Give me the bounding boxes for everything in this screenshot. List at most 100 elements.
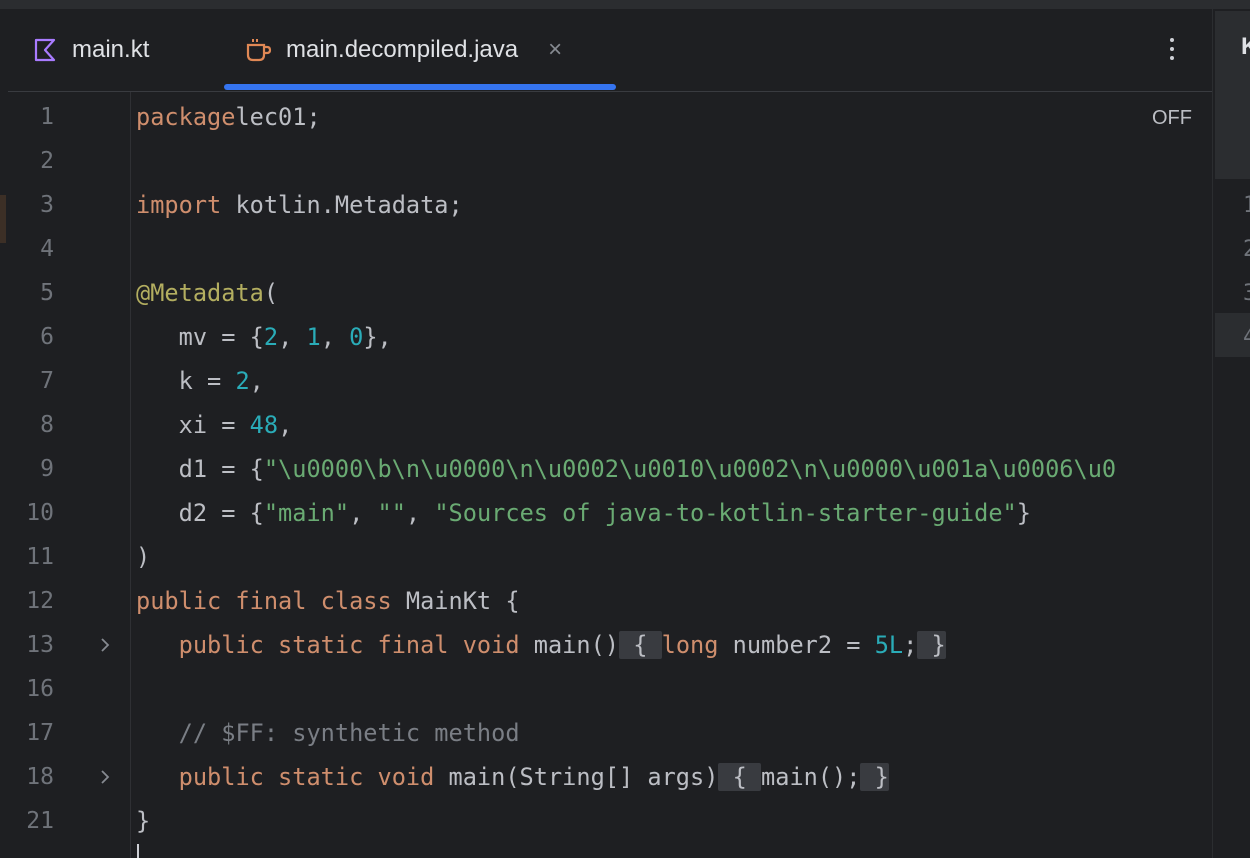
code-token: , — [278, 411, 293, 439]
code-line[interactable]: 17 // $FF: synthetic method — [8, 711, 1212, 755]
line-number: 1 — [40, 104, 54, 130]
code-token: "Sources of java-to-kotlin-starter-guide… — [434, 499, 1017, 527]
code-token: d1 = { — [136, 455, 264, 483]
code-token: , — [249, 367, 264, 395]
right-line-number: 1 — [1243, 193, 1250, 218]
code-line[interactable]: 10 d2 = {"main", "", "Sources of java-to… — [8, 491, 1212, 535]
code-text[interactable]: ) — [136, 535, 150, 579]
code-token: kotlin.Metadata; — [221, 191, 463, 219]
code-line[interactable]: 6 mv = {2, 1, 0}, — [8, 315, 1212, 359]
line-number: 3 — [40, 192, 54, 218]
code-text[interactable]: mv = {2, 1, 0}, — [136, 315, 392, 359]
tab-label: main.kt — [72, 36, 150, 63]
code-token: "main" — [263, 499, 350, 527]
line-number: 13 — [26, 632, 54, 658]
code-line[interactable]: 13 public static final void main() { lon… — [8, 623, 1212, 667]
code-line[interactable]: 11) — [8, 535, 1212, 579]
code-text[interactable]: import kotlin.Metadata; — [136, 183, 463, 227]
code-text[interactable]: // $FF: synthetic method — [136, 711, 520, 755]
code-token: long — [661, 631, 719, 659]
code-text[interactable]: public final class MainKt { — [136, 579, 520, 623]
right-line-number: 4 — [1243, 325, 1250, 350]
line-number: 8 — [40, 412, 54, 438]
code-token: "" — [377, 499, 406, 527]
editor-pane: main.kt main.decompiled.java × OFF 1 pack… — [8, 9, 1212, 858]
code-text[interactable]: xi = 48, — [136, 403, 293, 447]
code-token: main(String[] args) — [434, 763, 719, 791]
code-token: main(); — [761, 763, 861, 791]
tab-main-decompiled-java[interactable]: main.decompiled.java × — [244, 9, 562, 91]
chevron-right-icon[interactable] — [98, 635, 112, 655]
line-number: 22 — [8, 847, 54, 858]
line-number: 18 — [26, 764, 54, 790]
code-text[interactable]: public static final void main() { long n… — [136, 623, 946, 667]
code-token: k = — [136, 367, 236, 395]
code-text[interactable]: @Metadata( — [136, 271, 278, 315]
code-line[interactable]: 3 import kotlin.Metadata; — [8, 183, 1212, 227]
tab-bar: main.kt main.decompiled.java × — [8, 9, 1212, 92]
code-token: }, — [363, 323, 392, 351]
code-token: d2 = { — [136, 499, 264, 527]
folded-region[interactable]: { — [718, 763, 762, 791]
code-token: lec01; — [235, 103, 321, 131]
code-line[interactable]: 7 k = 2, — [8, 359, 1212, 403]
right-panel-tab-letter: K — [1241, 33, 1250, 61]
line-number: 16 — [26, 676, 54, 702]
text-cursor — [137, 844, 139, 858]
folded-region[interactable]: { — [618, 631, 662, 659]
code-line[interactable]: 21} — [8, 799, 1212, 843]
code-token: public static void — [178, 763, 435, 791]
code-line[interactable]: 12 public final class MainKt { — [8, 579, 1212, 623]
code-text[interactable]: packagelec01; — [136, 95, 321, 139]
folded-region[interactable]: } — [917, 631, 946, 659]
code-text[interactable]: d1 = {"\u0000\b\n\u0000\n\u0002\u0010\u0… — [136, 447, 1117, 491]
code-token: // $FF: synthetic method — [178, 719, 520, 747]
code-token: number2 = — [718, 631, 875, 659]
code-token: public final class — [136, 587, 392, 615]
right-split-panel: K 1 2 3 4 — [1212, 9, 1250, 858]
code-token: , — [278, 323, 307, 351]
close-icon[interactable]: × — [548, 36, 562, 64]
line-number: 6 — [40, 324, 54, 350]
more-options-icon[interactable] — [1160, 35, 1184, 65]
code-token: 5L — [874, 631, 904, 659]
line-number: 17 — [26, 720, 54, 746]
code-line[interactable]: 18 public static void main(String[] args… — [8, 755, 1212, 799]
java-cup-icon — [244, 35, 274, 65]
folded-region[interactable]: } — [860, 763, 889, 791]
code-token: ; — [903, 631, 918, 659]
code-token: 48 — [249, 411, 279, 439]
line-number: 7 — [40, 368, 54, 394]
code-token: } — [1016, 499, 1031, 527]
line-number: 4 — [40, 236, 54, 262]
chevron-right-icon[interactable] — [98, 767, 112, 787]
code-token: 2 — [235, 367, 250, 395]
code-line[interactable]: 5 @Metadata( — [8, 271, 1212, 315]
code-text[interactable]: d2 = {"main", "", "Sources of java-to-ko… — [136, 491, 1031, 535]
code-token: 1 — [306, 323, 321, 351]
code-token: @Metadata — [136, 279, 264, 307]
code-line[interactable]: 1 packagelec01; — [8, 95, 1212, 139]
code-token: xi = — [136, 411, 250, 439]
code-token: package — [136, 103, 236, 131]
code-line[interactable]: 16 — [8, 667, 1212, 711]
tab-main-kt[interactable]: main.kt — [30, 9, 149, 91]
right-line-number: 3 — [1243, 281, 1250, 306]
code-line[interactable]: 4 — [8, 227, 1212, 271]
code-token: public static final void — [178, 631, 520, 659]
line-number: 10 — [26, 500, 54, 526]
code-text[interactable]: public static void main(String[] args) {… — [136, 755, 889, 799]
code-line[interactable]: 8 xi = 48, — [8, 403, 1212, 447]
code-text[interactable]: k = 2, — [136, 359, 264, 403]
code-token: , — [349, 499, 378, 527]
code-line[interactable]: 2 — [8, 139, 1212, 183]
code-line[interactable]: 9 d1 = {"\u0000\b\n\u0000\n\u0002\u0010\… — [8, 447, 1212, 491]
kotlin-file-icon — [30, 35, 60, 65]
window-top-strip — [0, 0, 1250, 9]
code-text[interactable]: } — [136, 799, 150, 843]
code-token: ) — [136, 543, 151, 571]
left-gutter-marker — [0, 195, 6, 243]
line-number: 12 — [26, 588, 54, 614]
